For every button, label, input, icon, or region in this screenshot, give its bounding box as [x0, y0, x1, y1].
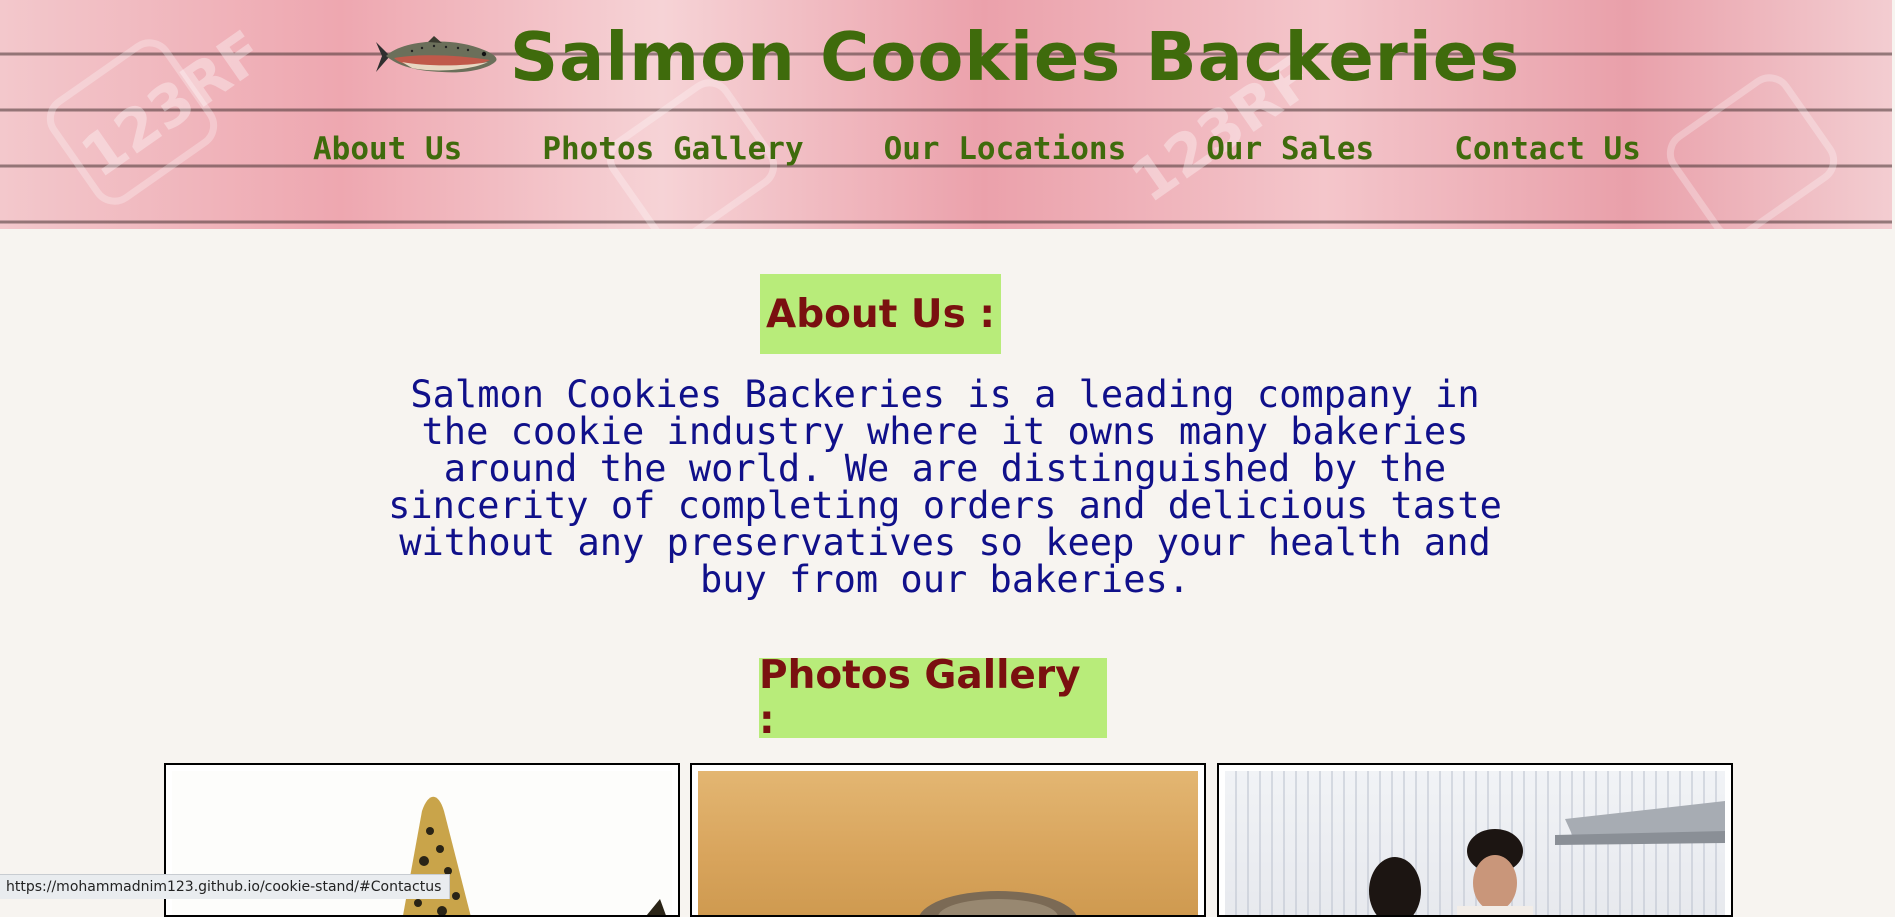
about-heading: About Us :: [760, 274, 1001, 354]
nav-our-locations[interactable]: Our Locations: [884, 131, 1127, 167]
brand: Salmon Cookies Backeries: [0, 18, 1892, 96]
nav-photos-gallery[interactable]: Photos Gallery: [542, 131, 803, 167]
main-nav: About Us Photos Gallery Our Locations Ou…: [313, 131, 1721, 167]
gallery-heading: Photos Gallery :: [759, 653, 1107, 743]
cookie-baking-photo: [690, 763, 1206, 917]
nav-contact-us[interactable]: Contact Us: [1454, 131, 1641, 167]
nav-our-sales[interactable]: Our Sales: [1206, 131, 1374, 167]
site-header: 123RF 123RF Salmon Cookies Backeries Abo…: [0, 0, 1892, 229]
about-text: Salmon Cookies Backeries is a leading co…: [388, 373, 1502, 601]
bakery-staff-image: [1369, 801, 1725, 915]
bakery-staff-photo: [1217, 763, 1733, 917]
site-title: Salmon Cookies Backeries: [509, 18, 1521, 96]
salmon-fish-icon: [375, 36, 497, 73]
status-bar-url: https://mohammadnim123.github.io/cookie-…: [0, 874, 451, 899]
baking-tray-image: [919, 891, 1077, 915]
nav-about-us[interactable]: About Us: [313, 131, 462, 167]
